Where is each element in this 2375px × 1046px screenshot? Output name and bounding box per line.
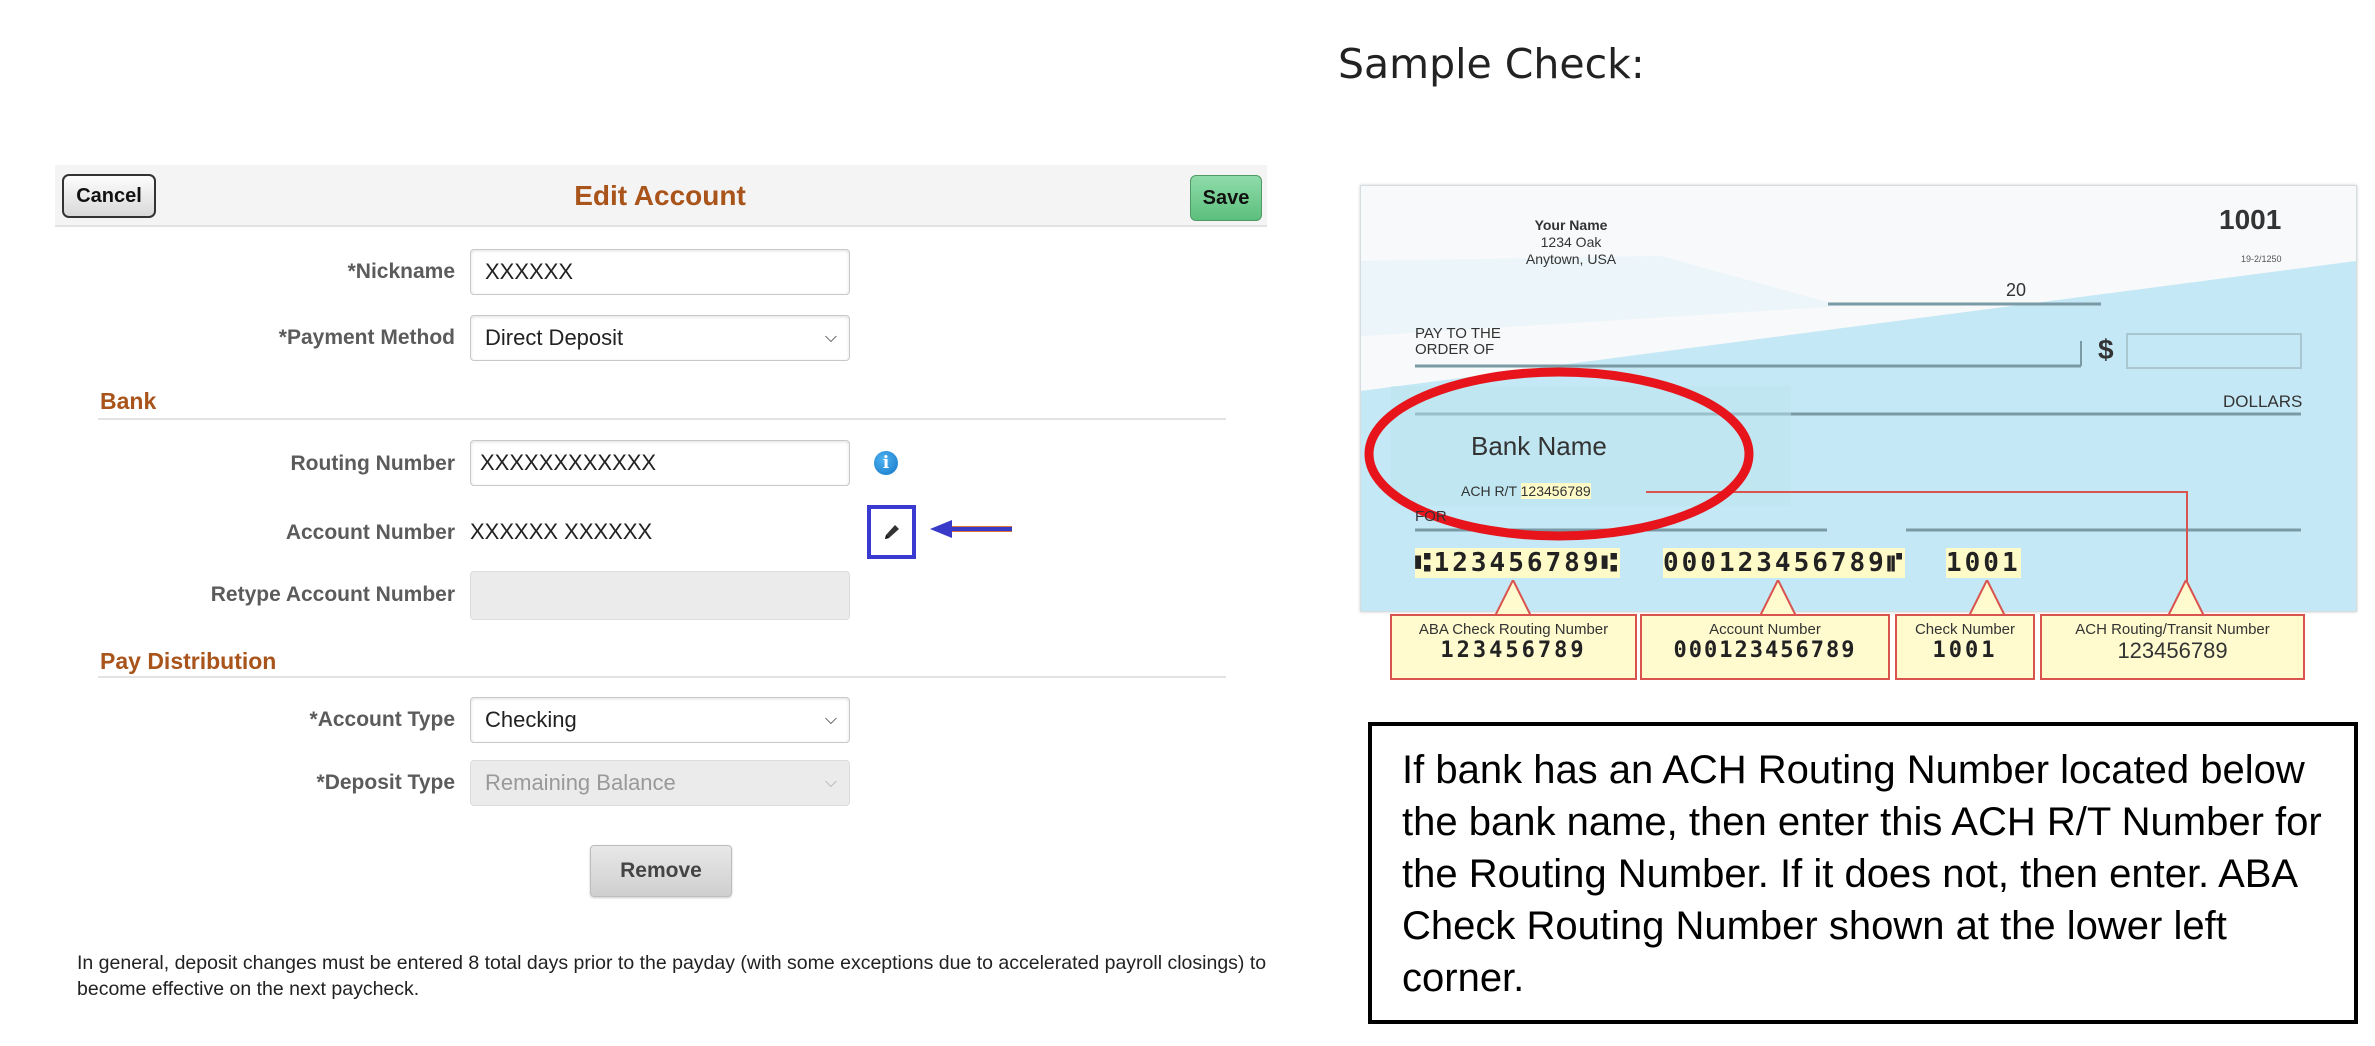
pencil-icon xyxy=(884,525,899,539)
check-dollar-sign: $ xyxy=(2098,334,2114,365)
micr-routing: ⑆123456789⑆ xyxy=(1415,548,1621,578)
check-bank-name: Bank Name xyxy=(1471,431,1607,461)
account-type-value: Checking xyxy=(485,707,577,732)
check-ach-number: 123456789 xyxy=(1520,483,1591,499)
payment-method-select[interactable]: Direct Deposit ⌵ xyxy=(470,315,850,361)
callout-aba-routing: ABA Check Routing Number 123456789 xyxy=(1390,614,1637,680)
payment-method-value: Direct Deposit xyxy=(485,325,624,350)
section-divider xyxy=(98,676,1226,678)
instruction-text: If bank has an ACH Routing Number locate… xyxy=(1402,748,2322,1000)
callout-label: Account Number xyxy=(1709,621,1821,638)
callout-value: 000123456789 xyxy=(1673,638,1857,663)
chevron-down-icon: ⌵ xyxy=(824,774,837,791)
account-number-value: XXXXXX XXXXXX xyxy=(470,519,653,544)
remove-button[interactable]: Remove xyxy=(590,845,732,897)
check-address-line2: Anytown, USA xyxy=(1525,251,1617,267)
check-memo-label: FOR xyxy=(1415,508,1447,525)
check-ach-label: ACH R/T xyxy=(1461,483,1517,499)
check-date-prefix: 20 xyxy=(2006,280,2027,300)
callout-check-number: Check Number 1001 xyxy=(1895,614,2035,680)
routing-number-label: Routing Number xyxy=(290,452,455,475)
check-fraction: 19-2/1250 xyxy=(2241,254,2282,264)
nickname-value: XXXXXX xyxy=(485,259,574,284)
edit-account-number-button[interactable] xyxy=(867,505,916,559)
check-pay-to-label: PAY TO THE xyxy=(1415,325,1501,342)
check-number: 1001 xyxy=(2219,204,2282,235)
micr-account: 000123456789⑈ xyxy=(1663,548,1906,578)
sample-check-image: Your Name 1234 Oak Anytown, USA 1001 19-… xyxy=(1360,185,2357,612)
sample-check-title: Sample Check: xyxy=(1338,40,1645,88)
callout-label: ACH Routing/Transit Number xyxy=(2075,621,2270,638)
account-number-label: Account Number xyxy=(285,521,455,544)
check-address-line1: 1234 Oak xyxy=(1540,234,1602,250)
section-pay-distribution: Pay Distribution xyxy=(100,648,277,674)
payment-method-label: *Payment Method xyxy=(278,326,455,349)
info-icon[interactable]: i xyxy=(874,451,898,475)
save-button[interactable]: Save xyxy=(1190,175,1262,221)
callout-label: Check Number xyxy=(1914,621,2016,638)
account-type-select[interactable]: Checking ⌵ xyxy=(470,697,850,743)
page-title: Edit Account xyxy=(574,180,746,211)
retype-account-number-input[interactable] xyxy=(470,571,850,620)
deposit-type-label: *Deposit Type xyxy=(316,771,455,794)
callout-value: 123456789 xyxy=(1440,638,1587,663)
callout-label: ABA Check Routing Number xyxy=(1418,621,1609,638)
instruction-box: If bank has an ACH Routing Number locate… xyxy=(1368,722,2358,1024)
callout-value: 123456789 xyxy=(2117,638,2228,663)
micr-check-number: 1001 xyxy=(1946,548,2021,578)
routing-number-value: XXXXXXXXXXXX xyxy=(480,450,657,475)
check-order-of-label: ORDER OF xyxy=(1415,341,1495,358)
arrow-left-icon xyxy=(930,520,1012,538)
deposit-type-select[interactable]: Remaining Balance ⌵ xyxy=(470,760,850,806)
deposit-type-value: Remaining Balance xyxy=(485,770,676,795)
chevron-down-icon: ⌵ xyxy=(824,329,837,346)
callout-ach-routing: ACH Routing/Transit Number 123456789 xyxy=(2040,614,2305,680)
callout-account-number: Account Number 000123456789 xyxy=(1640,614,1890,680)
nickname-input[interactable]: XXXXXX xyxy=(470,249,850,295)
routing-number-input[interactable]: XXXXXXXXXXXX xyxy=(470,440,850,486)
nickname-label: *Nickname xyxy=(347,260,455,283)
check-dollars-label: DOLLARS xyxy=(2223,392,2303,411)
cancel-button[interactable]: Cancel xyxy=(62,174,156,218)
retype-account-number-label: Retype Account Number xyxy=(210,583,455,606)
section-bank: Bank xyxy=(100,388,157,414)
section-divider xyxy=(98,418,1226,420)
check-account-name: Your Name xyxy=(1534,217,1608,233)
callout-value: 1001 xyxy=(1932,638,1998,663)
account-type-label: *Account Type xyxy=(309,708,455,731)
footnote: In general, deposit changes must be ente… xyxy=(77,952,1267,1000)
chevron-down-icon: ⌵ xyxy=(824,711,837,728)
